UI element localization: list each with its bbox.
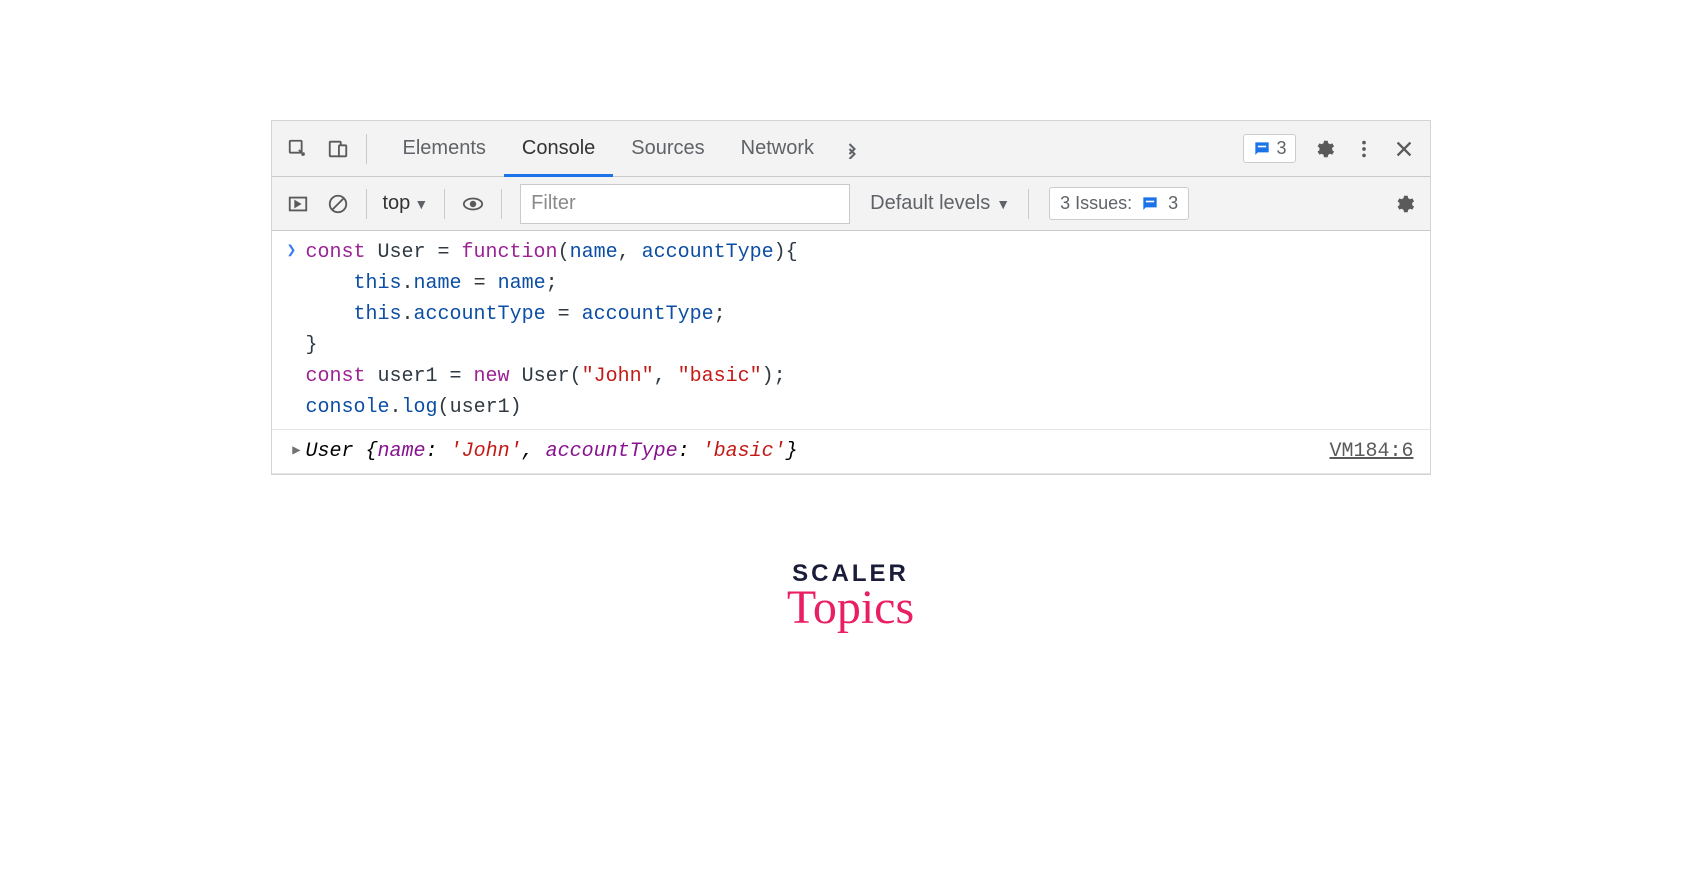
toolbar-divider [366, 134, 367, 164]
console-input-row: ❯ const User = function(name, accountTyp… [272, 231, 1430, 430]
tab-strip: Elements Console Sources Network [385, 121, 873, 177]
brand-logo: SCALER Topics [787, 560, 914, 635]
kebab-menu-icon[interactable] [1344, 129, 1384, 169]
context-dropdown[interactable]: top ▼ [375, 192, 437, 215]
console-output-row: ▶ User {name: 'John', accountType: 'basi… [272, 430, 1430, 474]
console-subbar: top ▼ Default levels ▼ 3 Issues: 3 [272, 177, 1430, 231]
chevron-down-icon: ▼ [414, 196, 428, 212]
tab-label: Console [522, 137, 595, 160]
messages-count: 3 [1276, 138, 1286, 159]
input-caret-icon: ❯ [278, 237, 306, 264]
tab-network[interactable]: Network [723, 121, 832, 177]
issues-badge[interactable]: 3 Issues: 3 [1049, 187, 1189, 220]
devtools-toolbar: Elements Console Sources Network 3 [272, 121, 1430, 177]
console-output: ❯ const User = function(name, accountTyp… [272, 231, 1430, 474]
inspect-element-icon[interactable] [278, 129, 318, 169]
console-settings-icon[interactable] [1384, 184, 1424, 224]
chevron-down-icon: ▼ [996, 196, 1010, 212]
sidebar-toggle-icon[interactable] [278, 184, 318, 224]
clear-console-icon[interactable] [318, 184, 358, 224]
issues-label: 3 Issues: [1060, 193, 1132, 214]
settings-icon[interactable] [1304, 129, 1344, 169]
devtools-panel: Elements Console Sources Network 3 [271, 120, 1431, 475]
tab-label: Network [741, 137, 814, 160]
subbar-divider [366, 189, 367, 219]
live-expression-icon[interactable] [453, 184, 493, 224]
console-output-text[interactable]: User {name: 'John', accountType: 'basic'… [306, 436, 1330, 467]
message-icon [1252, 139, 1272, 159]
levels-label: Default levels [870, 192, 990, 215]
tab-label: Elements [403, 137, 486, 160]
source-link[interactable]: VM184:6 [1329, 436, 1413, 467]
filter-input[interactable] [520, 184, 850, 224]
tab-elements[interactable]: Elements [385, 121, 504, 177]
expand-object-icon[interactable]: ▶ [278, 441, 306, 463]
tab-console[interactable]: Console [504, 121, 613, 177]
message-icon [1140, 194, 1160, 214]
messages-badge[interactable]: 3 [1243, 134, 1295, 163]
more-tabs-icon[interactable] [832, 121, 872, 177]
context-label: top [383, 192, 411, 215]
log-levels-dropdown[interactable]: Default levels ▼ [860, 192, 1020, 215]
issues-count: 3 [1168, 193, 1178, 214]
subbar-divider [1028, 189, 1029, 219]
subbar-divider [444, 189, 445, 219]
subbar-divider [501, 189, 502, 219]
console-input-code[interactable]: const User = function(name, accountType)… [306, 237, 1420, 423]
device-toggle-icon[interactable] [318, 129, 358, 169]
brand-bottom-text: Topics [787, 580, 914, 635]
tab-sources[interactable]: Sources [613, 121, 722, 177]
close-icon[interactable] [1384, 129, 1424, 169]
tab-label: Sources [631, 137, 704, 160]
